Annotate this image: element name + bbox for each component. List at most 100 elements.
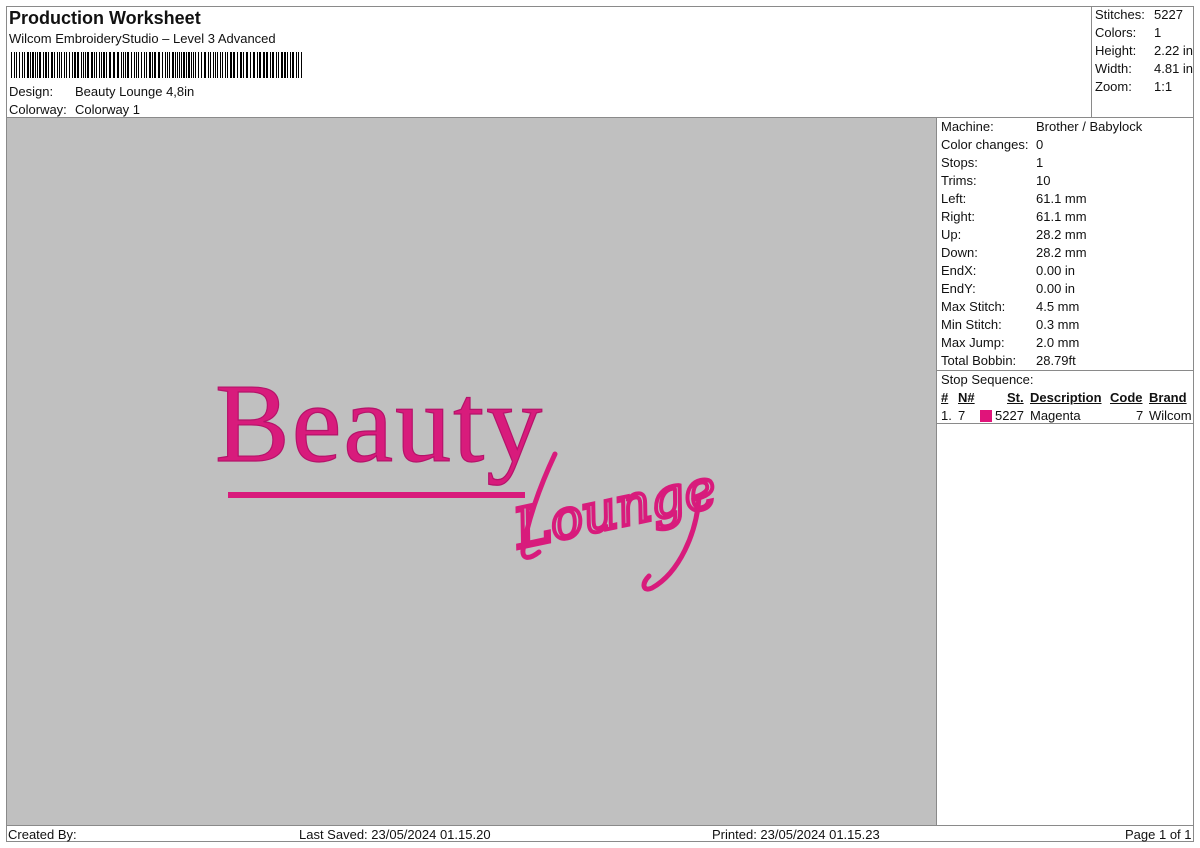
- barcode-bar: [103, 52, 105, 78]
- barcode-bar: [167, 52, 168, 78]
- barcode-bar: [213, 52, 214, 78]
- barcode-bar: [181, 52, 182, 78]
- endx-label: EndX:: [941, 263, 977, 278]
- barcode-bar: [210, 52, 211, 78]
- design-preview: Beauty Lounge: [7, 118, 937, 825]
- column-header-stitches: St.: [1007, 390, 1024, 405]
- barcode-bar: [179, 52, 180, 78]
- barcode-bar: [177, 52, 178, 78]
- total-bobbin-label: Total Bobbin:: [941, 353, 1017, 368]
- max-stitch-value: 4.5 mm: [1036, 299, 1080, 314]
- barcode-bar: [131, 52, 132, 78]
- barcode-bar: [59, 52, 60, 78]
- barcode-bar: [240, 52, 242, 78]
- endy-label: EndY:: [941, 281, 976, 296]
- barcode-bar: [39, 52, 41, 78]
- barcode-bar: [220, 52, 221, 78]
- barcode-bar: [117, 52, 119, 78]
- barcode-bar: [193, 52, 194, 78]
- page-title: Production Worksheet: [9, 8, 201, 28]
- barcode-bar: [11, 52, 12, 78]
- barcode-bar: [230, 52, 232, 78]
- barcode-bar: [201, 52, 202, 78]
- barcode-bar: [45, 52, 47, 78]
- color-changes-value: 0: [1036, 137, 1044, 152]
- barcode-bar: [250, 52, 251, 78]
- stops-label: Stops:: [941, 155, 978, 170]
- barcode-bar: [154, 52, 156, 78]
- barcode-bar: [290, 52, 291, 78]
- colors-value: 1: [1154, 25, 1162, 40]
- barcode-bar: [72, 52, 73, 78]
- row-stitches: 5227: [995, 408, 1024, 423]
- barcode-image: [11, 52, 302, 78]
- barcode-bar: [77, 52, 79, 78]
- barcode-bar: [96, 52, 97, 78]
- column-header-brand: Brand: [1149, 390, 1187, 405]
- barcode-bar: [125, 52, 126, 78]
- left-label: Left:: [941, 191, 967, 206]
- barcode-bar: [91, 52, 93, 78]
- barcode-bar: [141, 52, 142, 78]
- width-label: Width:: [1095, 61, 1132, 76]
- barcode-bar: [158, 52, 160, 78]
- printed-date: Printed: 23/05/2024 01.15.23: [712, 827, 880, 842]
- barcode-bar: [121, 52, 122, 78]
- barcode-bar: [204, 52, 206, 78]
- up-value: 28.2 mm: [1036, 227, 1087, 242]
- barcode-bar: [298, 52, 299, 78]
- row-number: 1.: [941, 408, 952, 423]
- barcode-bar: [162, 52, 163, 78]
- worksheet: Production Worksheet Wilcom EmbroiderySt…: [6, 6, 1194, 842]
- barcode-bar: [35, 52, 36, 78]
- barcode-bar: [276, 52, 277, 78]
- min-stitch-label: Min Stitch:: [941, 317, 1002, 332]
- barcode-bar: [301, 52, 302, 78]
- barcode-bar: [198, 52, 199, 78]
- details-panel: Machine: Brother / Babylock Color change…: [937, 118, 1193, 825]
- max-jump-value: 2.0 mm: [1036, 335, 1080, 350]
- barcode-bar: [134, 52, 135, 78]
- barcode-bar: [188, 52, 190, 78]
- barcode-bar: [172, 52, 174, 78]
- barcode-bar: [27, 52, 29, 78]
- design-underline: [228, 492, 525, 498]
- barcode-bar: [61, 52, 62, 78]
- barcode-bar: [253, 52, 255, 78]
- barcode-bar: [270, 52, 271, 78]
- row-brand: Wilcom: [1149, 408, 1192, 423]
- design-main-text: Beauty: [215, 362, 544, 486]
- barcode-bar: [81, 52, 82, 78]
- software-name: Wilcom EmbroideryStudio – Level 3 Advanc…: [9, 31, 276, 46]
- row-needle: 7: [958, 408, 966, 423]
- row-description: Magenta: [1030, 408, 1081, 423]
- barcode-bar: [191, 52, 192, 78]
- barcode-bar: [208, 52, 209, 78]
- barcode-bar: [144, 52, 145, 78]
- row-code: 7: [1136, 408, 1144, 423]
- barcode-bar: [217, 52, 218, 78]
- barcode-bar: [85, 52, 86, 78]
- barcode-bar: [32, 52, 34, 78]
- barcode-bar: [146, 52, 147, 78]
- stitches-value: 5227: [1154, 7, 1183, 22]
- barcode-bar: [101, 52, 102, 78]
- trims-label: Trims:: [941, 173, 977, 188]
- barcode-bar: [222, 52, 223, 78]
- barcode-bar: [233, 52, 235, 78]
- zoom-value: 1:1: [1154, 79, 1173, 94]
- barcode-bar: [266, 52, 268, 78]
- last-saved: Last Saved: 23/05/2024 01.15.20: [299, 827, 491, 842]
- down-label: Down:: [941, 245, 978, 260]
- barcode-bar: [169, 52, 170, 78]
- barcode-bar: [284, 52, 286, 78]
- right-value: 61.1 mm: [1036, 209, 1087, 224]
- stop-sequence-table: Stop Sequence: # N# St. Description Code…: [937, 370, 1193, 424]
- barcode-bar: [64, 52, 65, 78]
- barcode-bar: [257, 52, 258, 78]
- stop-sequence-title: Stop Sequence:: [941, 372, 1034, 387]
- right-label: Right:: [941, 209, 975, 224]
- barcode-bar: [195, 52, 196, 78]
- barcode-bar: [54, 52, 55, 78]
- height-label: Height:: [1095, 43, 1137, 58]
